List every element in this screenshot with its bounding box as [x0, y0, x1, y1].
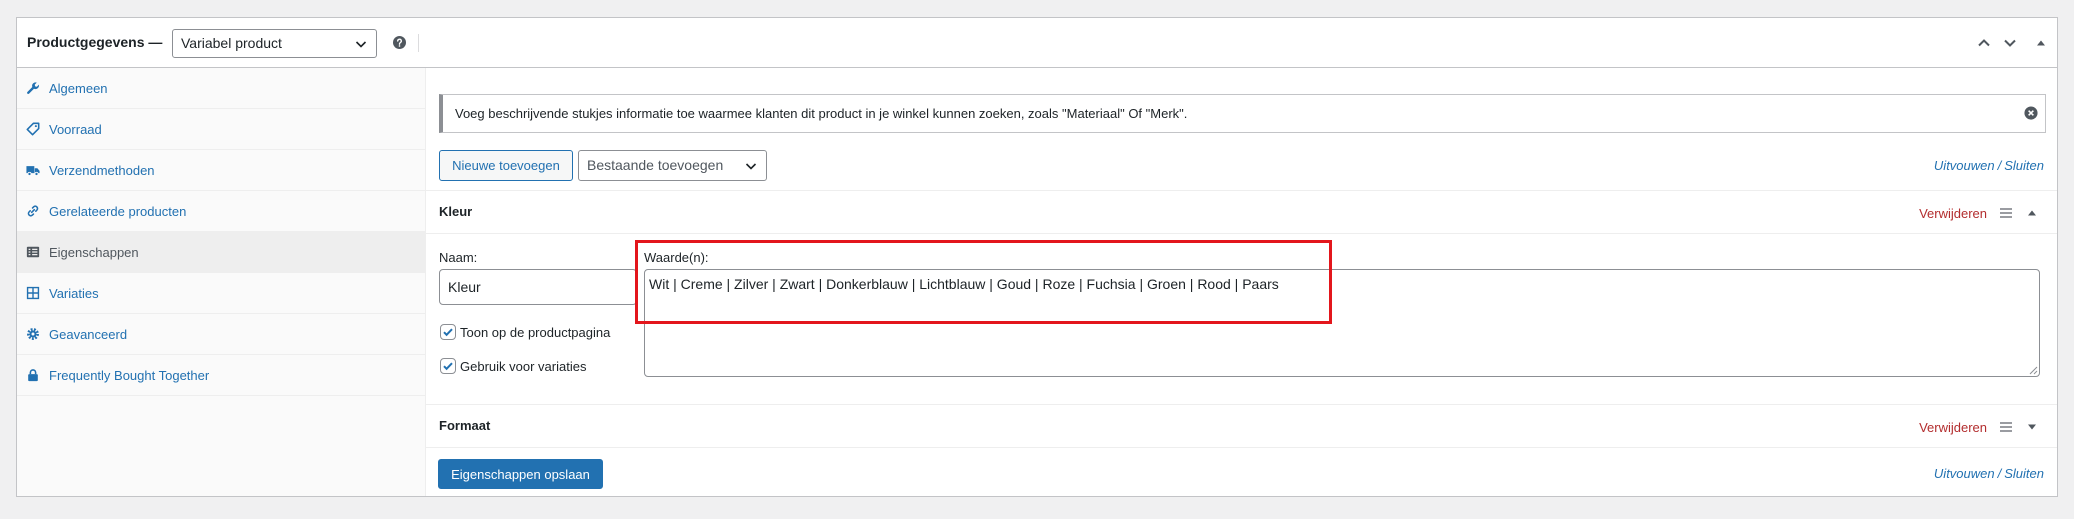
drag-handle-icon[interactable]: [1999, 207, 2013, 219]
tab-label: Geavanceerd: [49, 326, 128, 342]
checkbox-wrapper: [440, 324, 456, 340]
move-up-button[interactable]: [1975, 35, 1993, 51]
tab-algemeen[interactable]: Algemeen: [17, 68, 425, 109]
truck-icon: [26, 163, 40, 177]
expand-all-link[interactable]: Uitvouwen: [1934, 466, 1995, 481]
add-new-attribute-button[interactable]: Nieuwe toevoegen: [439, 150, 573, 181]
attributes-panel: Voeg beschrijvende stukjes informatie to…: [426, 68, 2057, 496]
triangle-up-icon: [2037, 40, 2045, 46]
help-icon[interactable]: [393, 36, 406, 49]
product-data-panel: Productgegevens — Variabel product Algem…: [16, 17, 2058, 497]
triangle-up-icon[interactable]: [2026, 207, 2038, 219]
tab-variaties[interactable]: Variaties: [17, 273, 425, 314]
resize-handle-icon[interactable]: [2028, 365, 2038, 375]
expand-all-link[interactable]: Uitvouwen: [1934, 158, 1995, 173]
close-all-link[interactable]: Sluiten: [2004, 466, 2044, 481]
tab-geavanceerd[interactable]: Geavanceerd: [17, 314, 425, 355]
header-divider: [418, 34, 419, 52]
product-type-select[interactable]: Variabel product: [172, 29, 377, 58]
attribute-body-kleur: Naam: Waarde(n): Wit | Creme | Zilver | …: [426, 234, 2057, 404]
attribute-values-textarea[interactable]: Wit | Creme | Zilver | Zwart | Donkerbla…: [644, 269, 2040, 377]
chevron-down-icon: [2004, 39, 2016, 47]
tab-label: Eigenschappen: [49, 244, 139, 260]
info-notice: Voeg beschrijvende stukjes informatie to…: [439, 94, 2046, 133]
link-icon: [26, 204, 40, 218]
attribute-title: Kleur: [439, 204, 473, 219]
close-all-link[interactable]: Sluiten: [2004, 158, 2044, 173]
attribute-header-kleur[interactable]: Kleur Verwijderen: [426, 190, 2057, 234]
chevron-up-icon: [1978, 39, 1990, 47]
variation-label: Gebruik voor variaties: [460, 358, 587, 374]
product-data-tabs: Algemeen Voorraad Verzendmethoden Gerela…: [17, 68, 426, 496]
visible-checkbox[interactable]: [440, 324, 456, 340]
used-for-variations-option[interactable]: Gebruik voor variaties: [440, 358, 586, 374]
toggle-panel-button[interactable]: [2032, 35, 2050, 51]
tab-eigenschappen[interactable]: Eigenschappen: [17, 232, 425, 273]
tab-verzendmethoden[interactable]: Verzendmethoden: [17, 150, 425, 191]
tab-label: Algemeen: [49, 80, 108, 96]
tab-voorraad[interactable]: Voorraad: [17, 109, 425, 150]
list-icon: [26, 245, 40, 259]
panel-body: Algemeen Voorraad Verzendmethoden Gerela…: [17, 68, 2057, 496]
name-label: Naam:: [439, 250, 478, 265]
wrench-icon: [26, 81, 40, 95]
visible-on-product-page-option[interactable]: Toon op de productpagina: [440, 324, 610, 340]
close-circle-icon[interactable]: [2024, 106, 2038, 120]
separator: /: [1997, 158, 2002, 173]
move-down-button[interactable]: [2001, 35, 2019, 51]
grid-icon: [26, 286, 40, 300]
chevron-down-icon: [355, 41, 367, 48]
lock-icon: [26, 368, 40, 382]
remove-attribute-link[interactable]: Verwijderen: [1919, 191, 1987, 237]
panel-title: Productgegevens —: [27, 34, 163, 50]
attributes-footer: Eigenschappen opslaan Uitvouwen / Sluiten: [426, 448, 2057, 498]
triangle-down-icon[interactable]: [2026, 421, 2038, 433]
separator: /: [1997, 466, 2002, 481]
chevron-down-icon: [745, 163, 757, 170]
expand-close-bottom: Uitvouwen / Sluiten: [1934, 459, 2044, 489]
values-field: Wit | Creme | Zilver | Zwart | Donkerbla…: [644, 269, 2040, 377]
tab-gerelateerde-producten[interactable]: Gerelateerde producten: [17, 191, 425, 232]
tab-label: Frequently Bought Together: [49, 367, 210, 383]
attribute-name-input[interactable]: [439, 269, 637, 305]
tab-label: Verzendmethoden: [49, 162, 155, 178]
attribute-title: Formaat: [439, 418, 491, 433]
panel-header: Productgegevens — Variabel product: [17, 18, 2057, 68]
expand-close-top: Uitvouwen / Sluiten: [1934, 150, 2044, 181]
tag-icon: [26, 122, 40, 136]
attribute-header-formaat[interactable]: Formaat Verwijderen: [426, 404, 2057, 448]
variation-checkbox[interactable]: [440, 358, 456, 374]
gear-icon: [26, 327, 40, 341]
checkbox-wrapper: [440, 358, 456, 374]
values-label: Waarde(n):: [644, 250, 709, 265]
tab-label: Voorraad: [49, 121, 102, 137]
existing-select-placeholder: Bestaande toevoegen: [587, 157, 724, 173]
tab-label: Variaties: [49, 285, 99, 301]
tab-frequently-bought-together[interactable]: Frequently Bought Together: [17, 355, 425, 396]
visible-label: Toon op de productpagina: [460, 324, 611, 340]
save-attributes-button[interactable]: Eigenschappen opslaan: [438, 459, 603, 489]
drag-handle-icon[interactable]: [1999, 421, 2013, 433]
product-type-value: Variabel product: [181, 35, 282, 51]
remove-attribute-link[interactable]: Verwijderen: [1919, 405, 1987, 451]
tab-label: Gerelateerde producten: [49, 203, 187, 219]
notice-text: Voeg beschrijvende stukjes informatie to…: [455, 106, 1188, 121]
add-existing-attribute-select[interactable]: Bestaande toevoegen: [578, 150, 767, 181]
